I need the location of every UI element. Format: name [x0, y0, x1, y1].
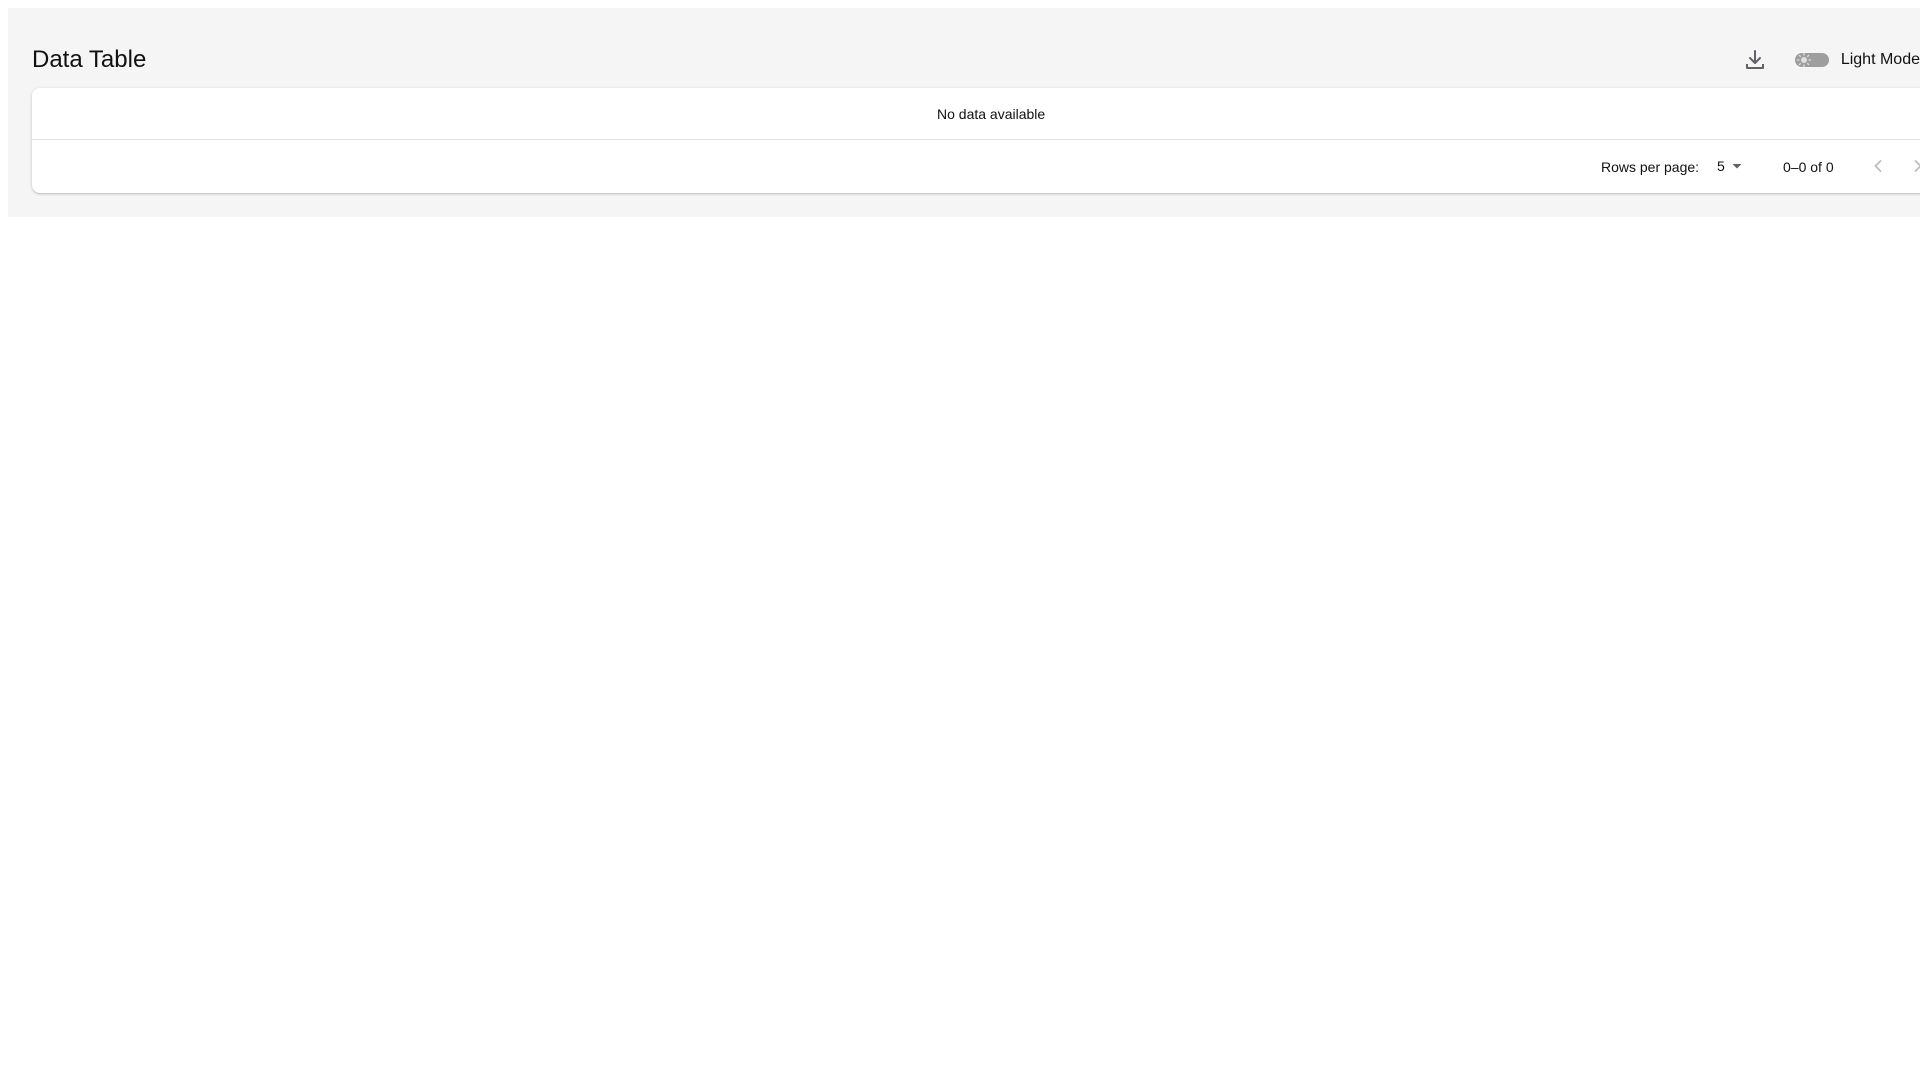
theme-toggle[interactable]: Light Mode	[1794, 50, 1920, 70]
header: Data Table Light Mode	[32, 38, 1920, 82]
empty-message: No data available	[937, 106, 1046, 122]
header-actions: Light Mode	[1733, 38, 1920, 82]
rows-per-page-value: 5	[1717, 158, 1725, 174]
data-table: No data available Rows per page: 5 0–0 o…	[32, 88, 1920, 193]
previous-page-button[interactable]	[1864, 152, 1892, 180]
page-range: 0–0 of 0	[1783, 159, 1834, 175]
page-title: Data Table	[32, 46, 147, 73]
chevron-left-icon	[1874, 160, 1882, 172]
chevron-right-icon	[1914, 160, 1920, 172]
toggle-track[interactable]	[1794, 50, 1829, 70]
rows-per-page-select[interactable]: 5	[1717, 154, 1746, 178]
sun-icon	[1796, 52, 1811, 68]
download-icon	[1745, 50, 1764, 69]
rows-per-page-label: Rows per page:	[1601, 159, 1700, 175]
pagination: Rows per page: 5 0–0 of 0	[32, 140, 1920, 193]
download-button[interactable]	[1733, 38, 1777, 82]
caret-down-icon	[1732, 164, 1742, 169]
empty-row: No data available	[32, 88, 1920, 140]
next-page-button[interactable]	[1904, 152, 1920, 180]
toggle-thumb[interactable]	[1794, 50, 1814, 70]
theme-toggle-label: Light Mode	[1840, 51, 1920, 68]
page-panel: Data Table Light Mode No data available …	[8, 8, 1920, 217]
